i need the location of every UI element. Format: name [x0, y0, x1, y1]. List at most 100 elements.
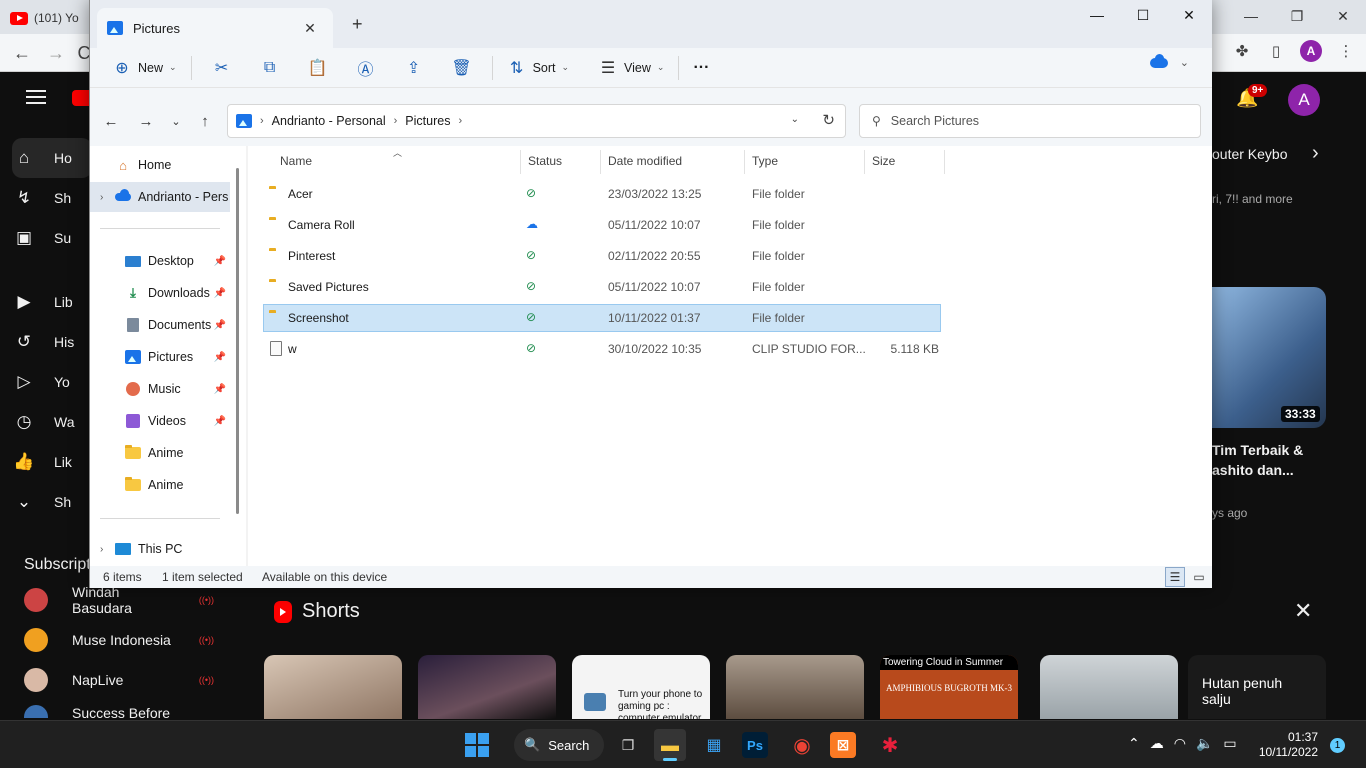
- new-tab-icon[interactable]: +: [352, 14, 363, 35]
- paste-icon[interactable]: 📋: [294, 52, 342, 84]
- nav-this-pc[interactable]: › This PC: [90, 534, 230, 564]
- chevron-right-icon[interactable]: ›: [1312, 142, 1319, 165]
- expand-chevron-icon[interactable]: ›: [100, 544, 114, 555]
- short-thumbnail[interactable]: Turn your phone to gaming pc : computer …: [572, 655, 710, 719]
- chrome-tab-youtube[interactable]: (101) Yo: [10, 4, 94, 32]
- details-view-icon[interactable]: ☰: [1165, 567, 1185, 587]
- task-view-icon[interactable]: ❐: [612, 729, 644, 761]
- breadcrumb-onedrive[interactable]: Andrianto - Personal: [272, 114, 386, 128]
- youtube-profile-avatar[interactable]: A: [1288, 84, 1320, 116]
- chevron-right-icon[interactable]: ›: [394, 115, 398, 127]
- nav-anime[interactable]: Anime: [90, 438, 230, 468]
- short-thumbnail[interactable]: [418, 655, 556, 719]
- onedrive-tray-icon[interactable]: ☁: [1150, 735, 1164, 752]
- taskbar-clock[interactable]: 01:37 10/11/2022: [1258, 730, 1318, 760]
- breadcrumb-pictures[interactable]: Pictures: [405, 114, 450, 128]
- tab-close-icon[interactable]: ✕: [301, 20, 319, 37]
- pin-icon[interactable]: 📌: [214, 384, 226, 395]
- yt-sidebar-watch-later[interactable]: ◷ Wa: [12, 402, 92, 442]
- chrome-back-icon[interactable]: ←: [10, 41, 34, 65]
- cut-icon[interactable]: ✂: [198, 52, 246, 84]
- subscription-item[interactable]: NapLive ((•)): [24, 665, 214, 695]
- file-row-selected[interactable]: Screenshot ⊘ 10/11/2022 01:37 File folde…: [263, 304, 941, 332]
- chrome-minimize-icon[interactable]: —: [1228, 0, 1274, 32]
- nav-music[interactable]: Music 📌: [90, 374, 230, 404]
- up-icon[interactable]: ↑: [194, 110, 216, 132]
- pin-icon[interactable]: 📌: [214, 416, 226, 427]
- pin-icon[interactable]: 📌: [214, 320, 226, 331]
- column-divider[interactable]: [600, 150, 601, 174]
- filter-chip[interactable]: outer Keybo: [1212, 146, 1292, 162]
- extensions-puzzle-icon[interactable]: ✤: [1232, 41, 1252, 61]
- yt-sidebar-shorts[interactable]: ↯ Sh: [12, 178, 92, 218]
- more-options-button[interactable]: ···: [685, 52, 717, 84]
- column-header-type[interactable]: Type: [752, 154, 778, 170]
- side-panel-icon[interactable]: ▯: [1266, 41, 1286, 61]
- column-divider[interactable]: [944, 150, 945, 174]
- pin-icon[interactable]: 📌: [214, 352, 226, 363]
- file-explorer-taskbar-icon[interactable]: ▬: [654, 729, 686, 761]
- chrome-taskbar-icon[interactable]: ◉: [786, 729, 818, 761]
- nav-downloads[interactable]: ⤓ Downloads 📌: [90, 278, 230, 308]
- volume-icon[interactable]: 🔈: [1196, 735, 1213, 752]
- forward-icon[interactable]: →: [135, 110, 157, 132]
- chevron-right-icon[interactable]: ›: [458, 115, 462, 127]
- share-icon[interactable]: ⇪: [390, 52, 438, 84]
- nav-pictures[interactable]: Pictures 📌: [90, 342, 230, 372]
- yt-sidebar-history[interactable]: ↺ His: [12, 322, 92, 362]
- microsoft-store-icon[interactable]: ▦: [698, 729, 730, 761]
- column-header-name[interactable]: Name: [280, 154, 312, 170]
- column-header-date[interactable]: Date modified: [608, 154, 682, 170]
- file-row[interactable]: w ⊘ 30/10/2022 10:35 CLIP STUDIO FOR... …: [263, 335, 941, 363]
- video-title[interactable]: Tim Terbaik & ashito dan...: [1212, 440, 1322, 480]
- chrome-menu-icon[interactable]: ⋮: [1336, 41, 1356, 61]
- pin-icon[interactable]: 📌: [214, 288, 226, 299]
- file-row[interactable]: Camera Roll ☁ 05/11/2022 10:07 File fold…: [263, 211, 941, 239]
- file-row[interactable]: Acer ⊘ 23/03/2022 13:25 File folder: [263, 180, 941, 208]
- expand-chevron-icon[interactable]: ›: [100, 192, 114, 203]
- column-divider[interactable]: [744, 150, 745, 174]
- start-button[interactable]: [465, 733, 489, 757]
- copy-icon[interactable]: ⧉: [246, 52, 294, 84]
- short-thumbnail[interactable]: [264, 655, 402, 719]
- recent-locations-icon[interactable]: ⌄: [165, 110, 187, 132]
- short-thumbnail[interactable]: [726, 655, 864, 719]
- onedrive-status[interactable]: ⌄: [1149, 53, 1189, 69]
- pin-icon[interactable]: 📌: [214, 256, 226, 267]
- column-divider[interactable]: [520, 150, 521, 174]
- subscription-item[interactable]: Success Before: [24, 705, 214, 718]
- close-shorts-icon[interactable]: ✕: [1294, 598, 1312, 624]
- column-header-size[interactable]: Size: [872, 154, 895, 170]
- column-divider[interactable]: [864, 150, 865, 174]
- maximize-icon[interactable]: ☐: [1120, 0, 1166, 30]
- chrome-close-icon[interactable]: ✕: [1320, 0, 1366, 32]
- nav-home[interactable]: ⌂ Home: [90, 150, 230, 180]
- yt-sidebar-home[interactable]: ⌂ Ho: [12, 138, 92, 178]
- address-bar[interactable]: › Andrianto - Personal › Pictures › ⌄ ↻: [227, 104, 846, 138]
- subscription-item[interactable]: Muse Indonesia ((•)): [24, 625, 214, 655]
- sort-button[interactable]: ⇅ Sort ⌄: [499, 52, 577, 84]
- nav-documents[interactable]: Documents 📌: [90, 310, 230, 340]
- chevron-up-icon[interactable]: ⌃: [1128, 735, 1140, 752]
- yt-sidebar-show-more[interactable]: ⌄ Sh: [12, 482, 92, 522]
- new-button[interactable]: ⊕ New ⌄: [104, 52, 185, 84]
- chrome-restore-icon[interactable]: ❐: [1274, 0, 1320, 32]
- photoshop-icon[interactable]: Ps: [742, 732, 768, 758]
- minimize-icon[interactable]: —: [1074, 0, 1120, 30]
- app-taskbar-icon[interactable]: ✱: [874, 729, 906, 761]
- address-dropdown-icon[interactable]: ⌄: [791, 114, 799, 125]
- search-box[interactable]: ⚲: [859, 104, 1201, 138]
- chrome-profile-avatar[interactable]: A: [1300, 40, 1322, 62]
- nav-desktop[interactable]: Desktop 📌: [90, 246, 230, 276]
- short-thumbnail[interactable]: Towering Cloud in Summer AMPHIBIOUS BUGR…: [880, 655, 1018, 719]
- short-thumbnail[interactable]: [1040, 655, 1178, 719]
- back-icon[interactable]: ←: [100, 110, 122, 132]
- close-icon[interactable]: ✕: [1166, 0, 1212, 30]
- nav-onedrive[interactable]: › Andrianto - Pers: [90, 182, 230, 212]
- view-button[interactable]: ☰ View ⌄: [590, 52, 672, 84]
- wifi-icon[interactable]: ◠: [1174, 735, 1186, 752]
- nav-scrollbar[interactable]: [236, 168, 239, 514]
- explorer-tab-pictures[interactable]: Pictures ✕: [97, 8, 333, 48]
- delete-icon[interactable]: 🗑: [438, 52, 486, 84]
- hamburger-menu-icon[interactable]: [26, 90, 46, 104]
